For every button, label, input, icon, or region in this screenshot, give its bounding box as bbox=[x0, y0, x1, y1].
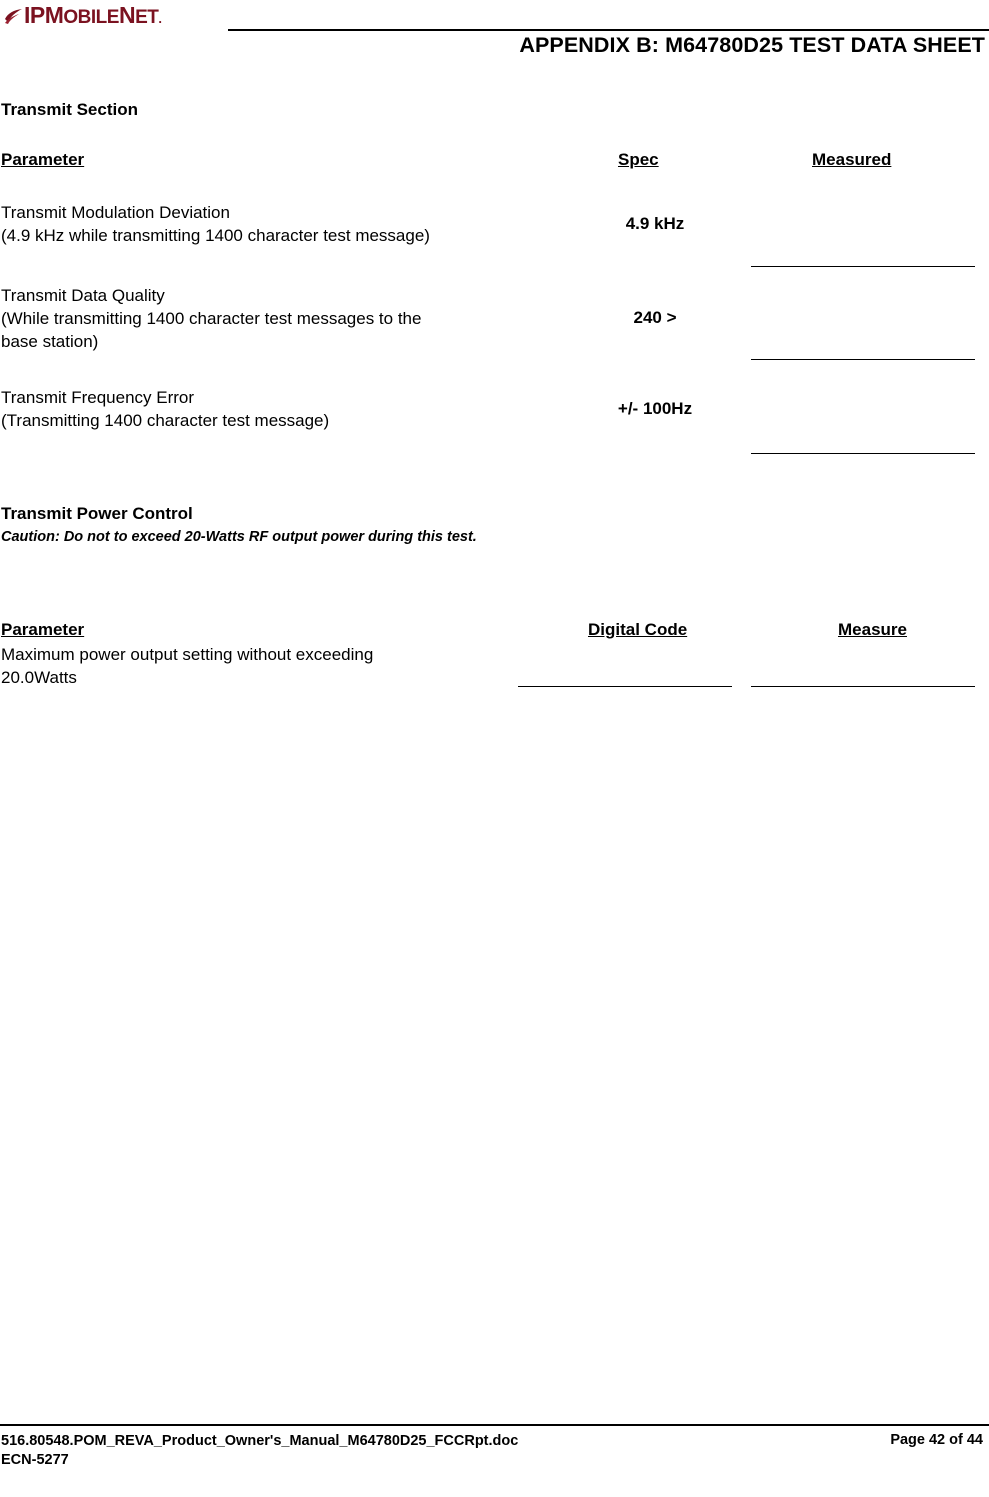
power-control-heading: Transmit Power Control bbox=[1, 504, 193, 523]
logo-text-dot: . bbox=[158, 11, 162, 26]
page-header: IPMOBILENET. APPENDIX B: M64780D25 TEST … bbox=[0, 0, 989, 68]
transmit-column-spec: Spec bbox=[618, 150, 659, 169]
footer-divider bbox=[0, 1424, 989, 1426]
transmit-row-2-spec: 240 > bbox=[633, 308, 677, 327]
transmit-row-2-parameter: Transmit Data Quality (While transmittin… bbox=[1, 286, 422, 351]
transmit-section-heading: Transmit Section bbox=[1, 100, 138, 119]
power-control-caution: Caution: Do not to exceed 20-Watts RF ou… bbox=[1, 529, 477, 545]
document-page: IPMOBILENET. APPENDIX B: M64780D25 TEST … bbox=[0, 0, 989, 1497]
power-column-parameter: Parameter bbox=[1, 620, 85, 639]
power-row-1-digital-code-line[interactable] bbox=[518, 686, 732, 687]
logo-text-et: ET bbox=[135, 7, 159, 28]
transmit-column-parameter: Parameter bbox=[1, 150, 85, 169]
transmit-column-measured: Measured bbox=[812, 150, 892, 169]
power-column-measure: Measure bbox=[838, 620, 907, 639]
transmit-row-2-measured-line[interactable] bbox=[751, 359, 975, 360]
logo-text-m: M bbox=[44, 2, 64, 28]
logo-text-n: N bbox=[118, 2, 136, 28]
logo-text-ip: IP bbox=[24, 2, 45, 28]
transmit-row-1-parameter: Transmit Modulation Deviation (4.9 kHz w… bbox=[1, 203, 430, 245]
footer-document-id: 516.80548.POM_REVA_Product_Owner's_Manua… bbox=[1, 1433, 519, 1468]
logo-text-obile: OBILE bbox=[63, 7, 119, 28]
transmit-row-3-spec: +/- 100Hz bbox=[617, 399, 693, 418]
ipmobilenet-swoosh-icon bbox=[4, 4, 23, 24]
power-row-1-parameter: Maximum power output setting without exc… bbox=[1, 645, 374, 687]
transmit-row-3-measured-line[interactable] bbox=[751, 453, 975, 454]
page-title: APPENDIX B: M64780D25 TEST DATA SHEET bbox=[519, 33, 985, 57]
transmit-row-1-spec: 4.9 kHz bbox=[625, 214, 685, 233]
power-column-digital-code: Digital Code bbox=[588, 620, 688, 639]
footer-page-number: Page 42 of 44 bbox=[890, 1432, 983, 1448]
company-logo: IPMOBILENET. bbox=[4, 2, 209, 28]
power-row-1-measure-line[interactable] bbox=[751, 686, 975, 687]
header-divider bbox=[228, 29, 989, 31]
transmit-row-3-parameter: Transmit Frequency Error (Transmitting 1… bbox=[1, 388, 330, 430]
transmit-row-1-measured-line[interactable] bbox=[751, 266, 975, 267]
